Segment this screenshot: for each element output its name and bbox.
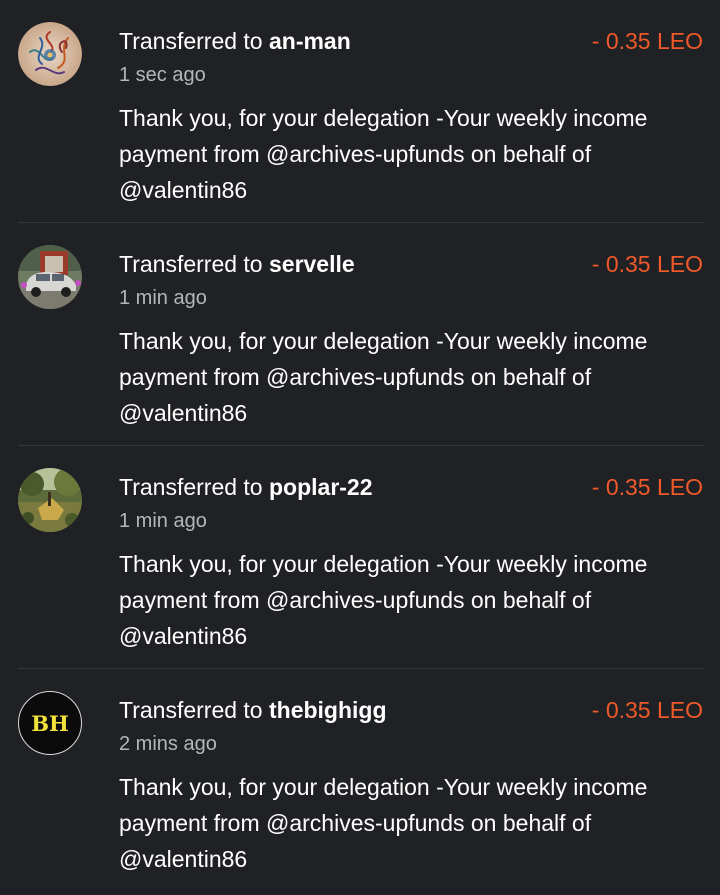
transfer-feed: Transferred to an-man - 0.35 LEO 1 sec a… — [0, 0, 720, 895]
recipient-username[interactable]: an-man — [269, 28, 351, 54]
transfer-memo: Thank you, for your delegation -Your wee… — [119, 105, 648, 203]
transfer-memo: Thank you, for your delegation -Your wee… — [119, 328, 648, 426]
transfer-item: Transferred to an-man - 0.35 LEO 1 sec a… — [0, 0, 720, 223]
vintage-car-photo-avatar[interactable] — [18, 245, 82, 309]
transfer-timestamp: 1 min ago — [119, 510, 207, 532]
transfer-prefix: Transferred to — [119, 697, 263, 723]
transfer-title: Transferred to an-man — [119, 27, 351, 55]
avatar-initials: BH — [31, 710, 69, 736]
transfer-item: BH Transferred to thebighigg - 0.35 LEO … — [0, 669, 720, 892]
initials-avatar[interactable]: BH — [18, 691, 82, 755]
transfer-amount: - 0.35 LEO — [591, 697, 703, 723]
transfer-title: Transferred to thebighigg — [119, 696, 387, 724]
transfer-prefix: Transferred to — [119, 28, 263, 54]
transfer-amount: - 0.35 LEO — [591, 28, 703, 54]
transfer-prefix: Transferred to — [119, 251, 263, 277]
transfer-item: Transferred to servelle - 0.35 LEO 1 min… — [0, 223, 720, 446]
landscape-photo-avatar[interactable] — [18, 468, 82, 532]
recipient-username[interactable]: poplar-22 — [269, 474, 373, 500]
transfer-memo: Thank you, for your delegation -Your wee… — [119, 774, 648, 872]
transfer-amount: - 0.35 LEO — [591, 474, 703, 500]
recipient-username[interactable]: servelle — [269, 251, 355, 277]
transfer-timestamp: 2 mins ago — [119, 733, 217, 755]
transfer-amount: - 0.35 LEO — [591, 251, 703, 277]
mandala-art-avatar[interactable] — [18, 22, 82, 86]
transfer-timestamp: 1 min ago — [119, 287, 207, 309]
transfer-item: Transferred to poplar-22 - 0.35 LEO 1 mi… — [0, 446, 720, 669]
transfer-prefix: Transferred to — [119, 474, 263, 500]
transfer-timestamp: 1 sec ago — [119, 64, 206, 86]
transfer-title: Transferred to servelle — [119, 250, 355, 278]
transfer-memo: Thank you, for your delegation -Your wee… — [119, 551, 648, 649]
transfer-title: Transferred to poplar-22 — [119, 473, 373, 501]
recipient-username[interactable]: thebighigg — [269, 697, 387, 723]
